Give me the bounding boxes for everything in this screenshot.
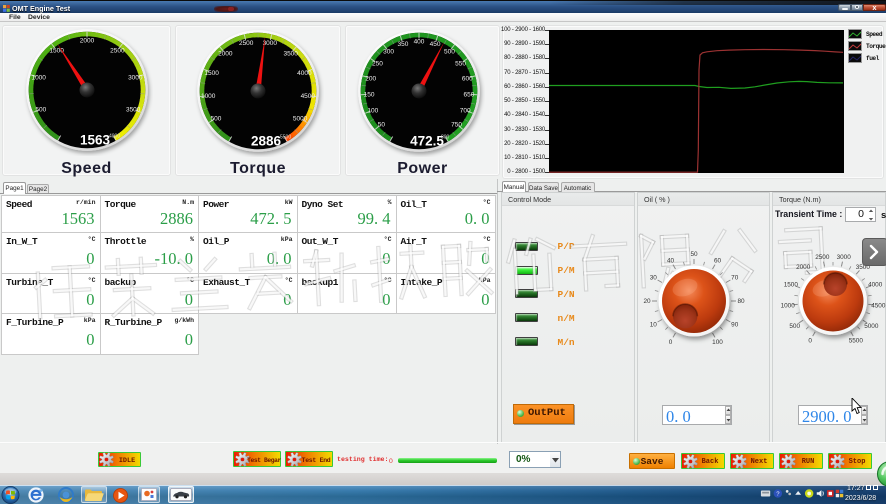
svg-text:450: 450 <box>430 41 441 48</box>
svg-text:5000: 5000 <box>292 115 307 122</box>
svg-text:3500: 3500 <box>283 50 298 57</box>
svg-text:4500: 4500 <box>300 93 315 100</box>
svg-text:5500: 5500 <box>280 134 291 140</box>
svg-text:800: 800 <box>441 134 450 140</box>
svg-text:650: 650 <box>463 91 474 98</box>
svg-text:2000: 2000 <box>218 50 233 57</box>
svg-text:40: 40 <box>667 258 675 265</box>
svg-text:1500: 1500 <box>204 69 219 76</box>
svg-text:10: 10 <box>650 322 658 329</box>
svg-text:3500: 3500 <box>125 107 140 114</box>
svg-text:100: 100 <box>712 339 723 346</box>
svg-text:1563: 1563 <box>79 133 110 148</box>
svg-text:2500: 2500 <box>238 39 253 46</box>
svg-text:2500: 2500 <box>110 48 125 55</box>
svg-text:600: 600 <box>462 75 473 82</box>
svg-text:750: 750 <box>451 121 462 128</box>
svg-text:2886: 2886 <box>250 133 281 148</box>
svg-text:2500: 2500 <box>815 254 830 261</box>
svg-text:4000: 4000 <box>297 69 312 76</box>
svg-text:400: 400 <box>414 38 425 45</box>
svg-text:500: 500 <box>35 107 46 114</box>
svg-text:4000: 4000 <box>868 281 883 288</box>
svg-text:0: 0 <box>669 339 673 346</box>
svg-text:70: 70 <box>731 275 739 282</box>
svg-text:5000: 5000 <box>864 323 879 330</box>
svg-text:100: 100 <box>367 107 378 114</box>
svg-text:4000: 4000 <box>109 134 120 140</box>
svg-text:472.5: 472.5 <box>410 133 444 148</box>
svg-text:50: 50 <box>378 121 386 128</box>
svg-text:500: 500 <box>210 115 221 122</box>
svg-text:350: 350 <box>397 41 408 48</box>
svg-text:150: 150 <box>364 91 375 98</box>
svg-text:300: 300 <box>383 48 394 55</box>
svg-text:2000: 2000 <box>79 37 94 44</box>
svg-text:50: 50 <box>690 251 698 258</box>
svg-text:60: 60 <box>714 258 722 265</box>
svg-text:1000: 1000 <box>780 303 795 310</box>
svg-text:20: 20 <box>643 298 651 305</box>
svg-text:5500: 5500 <box>848 338 863 345</box>
svg-text:3000: 3000 <box>836 254 851 261</box>
svg-text:500: 500 <box>444 48 455 55</box>
svg-text:3000: 3000 <box>128 75 143 82</box>
svg-text:1500: 1500 <box>783 281 798 288</box>
svg-text:700: 700 <box>460 107 471 114</box>
svg-text:4500: 4500 <box>871 303 886 310</box>
svg-text:550: 550 <box>455 60 466 67</box>
svg-text:90: 90 <box>731 322 739 329</box>
svg-text:1000: 1000 <box>200 93 215 100</box>
svg-text:500: 500 <box>789 323 800 330</box>
svg-text:200: 200 <box>365 75 376 82</box>
svg-text:2000: 2000 <box>796 264 811 271</box>
svg-text:1000: 1000 <box>31 75 46 82</box>
svg-text:0: 0 <box>808 338 812 345</box>
svg-text:30: 30 <box>650 275 658 282</box>
svg-text:250: 250 <box>372 60 383 67</box>
svg-text:80: 80 <box>737 298 745 305</box>
